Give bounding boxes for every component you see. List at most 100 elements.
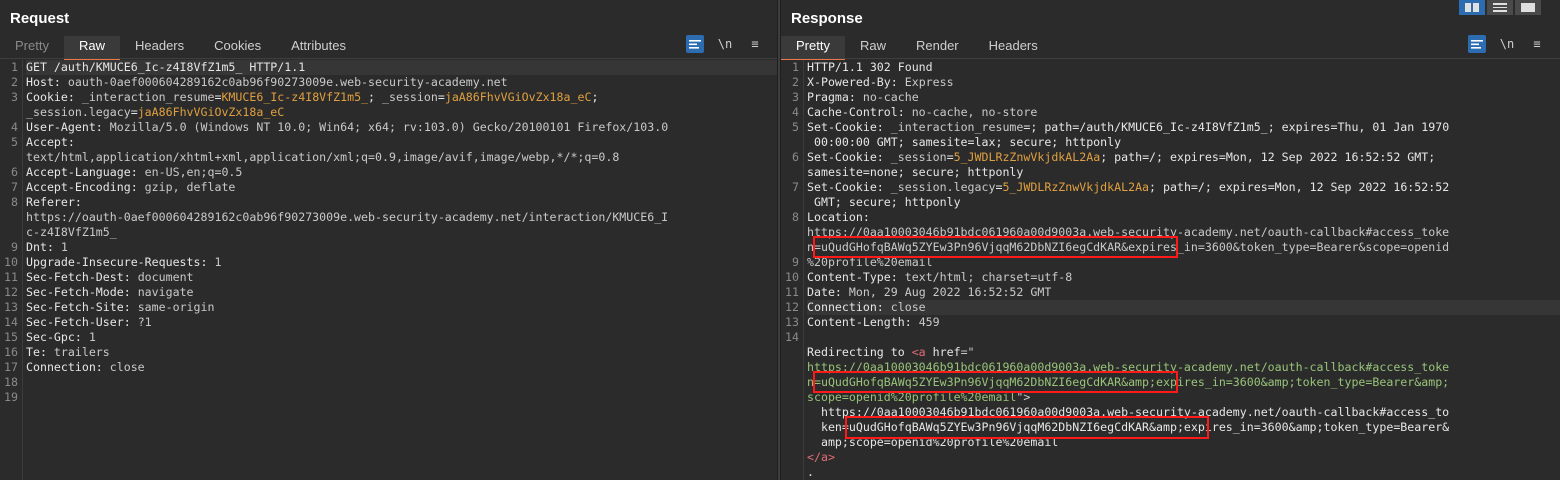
request-tabs: Pretty Raw Headers Cookies Attributes bbox=[0, 36, 361, 60]
request-tab-attributes[interactable]: Attributes bbox=[276, 36, 361, 58]
line-number bbox=[781, 465, 803, 480]
code-line: Accept-Language: en-US,en;q=0.5 bbox=[26, 165, 777, 180]
response-tab-raw[interactable]: Raw bbox=[845, 36, 901, 58]
code-token: Set-Cookie: bbox=[807, 180, 891, 194]
code-token: jaA86FhvVGiOvZx18a_eC bbox=[444, 90, 592, 104]
code-token: Sec-Gpc: bbox=[26, 330, 89, 344]
response-tab-underline bbox=[781, 58, 1560, 59]
code-line: Content-Length: 459 bbox=[807, 315, 1560, 330]
line-number bbox=[781, 195, 803, 210]
code-token: _interaction_resume bbox=[890, 120, 1024, 134]
line-number: 12 bbox=[785, 300, 799, 314]
line-number: 11 bbox=[4, 270, 18, 284]
line-number: 2 bbox=[792, 75, 799, 89]
line-number: 16 bbox=[4, 345, 18, 359]
code-token: ; bbox=[591, 90, 599, 104]
code-line: Sec-Fetch-Site: same-origin bbox=[26, 300, 777, 315]
code-line: Redirecting to <a href=" bbox=[807, 345, 1560, 360]
code-line: . bbox=[807, 465, 1560, 480]
code-line: Sec-Gpc: 1 bbox=[26, 330, 777, 345]
line-number: 17 bbox=[4, 360, 18, 374]
response-tab-render[interactable]: Render bbox=[901, 36, 974, 58]
pretty-print-icon[interactable] bbox=[1468, 35, 1486, 53]
response-tab-headers[interactable]: Headers bbox=[974, 36, 1053, 58]
code-token: Dnt: bbox=[26, 240, 61, 254]
newline-toggle-icon[interactable]: \n bbox=[716, 35, 734, 53]
code-token: Accept-Language: bbox=[26, 165, 145, 179]
code-line: GMT; secure; httponly bbox=[807, 195, 1560, 210]
line-number: 19 bbox=[4, 390, 18, 404]
code-token: = bbox=[437, 90, 445, 104]
code-line: Pragma: no-cache bbox=[807, 90, 1560, 105]
line-number bbox=[781, 405, 803, 420]
code-token: ; path=/; expires=Mon, 12 Sep 2022 16:52… bbox=[1149, 180, 1450, 194]
code-token: gzip, deflate bbox=[144, 180, 236, 194]
request-tab-raw[interactable]: Raw bbox=[63, 36, 120, 60]
code-token: 00:00:00 GMT; samesite=lax; secure; http… bbox=[807, 135, 1122, 149]
code-token: Set-Cookie: bbox=[807, 150, 891, 164]
code-token: 1 bbox=[214, 255, 222, 269]
code-token: _session bbox=[382, 90, 438, 104]
line-number: 15 bbox=[4, 330, 18, 344]
line-number bbox=[781, 435, 803, 450]
code-token: 5_JWDLRzZnwVkjdkAL2Aa bbox=[1002, 180, 1150, 194]
code-token: Content-Type: bbox=[807, 270, 905, 284]
pretty-print-icon[interactable] bbox=[686, 35, 704, 53]
response-line-numbers: 1 2 3 4 5 6 7 8 9 10 11 12 13 14 bbox=[781, 60, 804, 480]
response-tab-pretty[interactable]: Pretty bbox=[781, 36, 845, 60]
line-number bbox=[781, 360, 803, 375]
code-token: no-cache bbox=[862, 90, 919, 104]
request-pane: Request Pretty Raw Headers Cookies Attri… bbox=[0, 0, 777, 480]
side-by-side-layout-icon[interactable] bbox=[1459, 0, 1485, 15]
code-token: Sec-Fetch-Site: bbox=[26, 300, 138, 314]
line-number bbox=[781, 225, 803, 240]
code-token: </a> bbox=[807, 450, 835, 464]
line-number bbox=[0, 225, 22, 240]
code-token: ?1 bbox=[137, 315, 152, 329]
request-code[interactable]: GET /auth/KMUCE6_Ic-z4I8VfZ1m5_ HTTP/1.1… bbox=[26, 60, 777, 405]
code-line: Date: Mon, 29 Aug 2022 16:52:52 GMT bbox=[807, 285, 1560, 300]
line-number bbox=[781, 135, 803, 150]
response-editor-tools: \n ≡ bbox=[1468, 35, 1546, 53]
newline-toggle-icon[interactable]: \n bbox=[1498, 35, 1516, 53]
code-token: GET /auth/KMUCE6_Ic-z4I8VfZ1m5_ HTTP/1.1 bbox=[26, 60, 306, 74]
request-tab-cookies[interactable]: Cookies bbox=[199, 36, 276, 58]
menu-icon[interactable]: ≡ bbox=[746, 35, 764, 53]
request-title: Request bbox=[10, 10, 70, 27]
code-token: Te: bbox=[26, 345, 54, 359]
code-line: Set-Cookie: _session.legacy=5_JWDLRzZnwV… bbox=[807, 180, 1560, 195]
response-tabs: Pretty Raw Render Headers bbox=[781, 36, 1053, 60]
line-number: 3 bbox=[792, 90, 799, 104]
code-token: href bbox=[932, 345, 961, 359]
line-number: 6 bbox=[11, 165, 18, 179]
line-number bbox=[781, 165, 803, 180]
code-line: Sec-Fetch-Mode: navigate bbox=[26, 285, 777, 300]
code-line: Te: trailers bbox=[26, 345, 777, 360]
code-line: Referer: bbox=[26, 195, 777, 210]
line-number: 14 bbox=[4, 315, 18, 329]
request-line-numbers: 1 2 3 4 5 6 7 8 9 10 11 12 13 14 15 16 17 18 19 bbox=[0, 60, 23, 480]
menu-icon[interactable]: ≡ bbox=[1528, 35, 1546, 53]
code-token: same-origin bbox=[137, 300, 215, 314]
line-number: 8 bbox=[11, 195, 18, 209]
code-line: Content-Type: text/html; charset=utf-8 bbox=[807, 270, 1560, 285]
stacked-layout-icon[interactable] bbox=[1487, 0, 1513, 15]
code-token: 5_JWDLRzZnwVkjdkAL2Aa bbox=[953, 150, 1101, 164]
line-number: 9 bbox=[792, 255, 799, 269]
code-token: = bbox=[130, 105, 138, 119]
code-token: Mon, 29 Aug 2022 16:52:52 GMT bbox=[848, 285, 1052, 299]
single-pane-layout-icon[interactable] bbox=[1515, 0, 1541, 15]
request-tab-underline bbox=[0, 58, 777, 59]
code-token: =; path=/auth/KMUCE6_Ic-z4I8VfZ1m5_; exp… bbox=[1023, 120, 1450, 134]
code-token: 1 bbox=[88, 330, 96, 344]
line-number: 4 bbox=[11, 120, 18, 134]
request-tab-pretty[interactable]: Pretty bbox=[0, 36, 64, 58]
request-editor[interactable]: 1 2 3 4 5 6 7 8 9 10 11 12 13 14 15 16 17 18 19 GET /auth/… bbox=[0, 60, 777, 480]
code-token: samesite=none; secure; httponly bbox=[807, 165, 1024, 179]
code-token: Sec-Fetch-Dest: bbox=[26, 270, 138, 284]
code-line: Accept-Encoding: gzip, deflate bbox=[26, 180, 777, 195]
request-tab-headers[interactable]: Headers bbox=[120, 36, 199, 58]
line-number: 13 bbox=[785, 315, 799, 329]
code-token: Cache-Control: bbox=[807, 105, 912, 119]
